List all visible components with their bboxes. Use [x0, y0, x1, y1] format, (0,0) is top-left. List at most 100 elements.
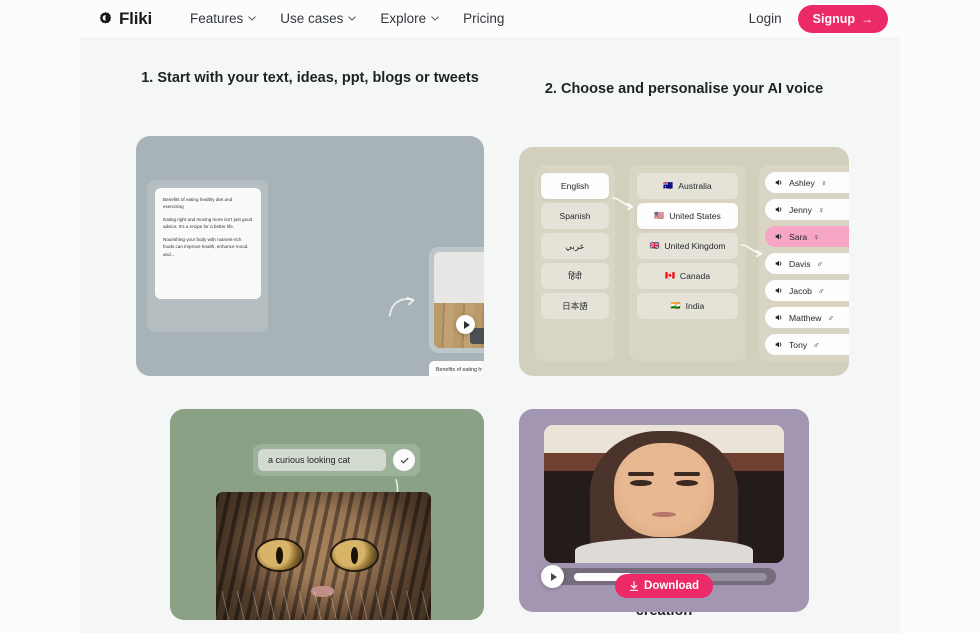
curved-arrow-right-icon — [740, 244, 763, 258]
source-text-line-2: Eating right and moving more isn't just … — [163, 216, 253, 230]
voice-label: Jenny — [789, 204, 812, 215]
download-icon — [630, 580, 639, 591]
cat-whiskers — [216, 591, 431, 620]
source-text-line-1: Benefits of eating healthy diet and exer… — [163, 197, 233, 210]
step-4-card: Download — [519, 409, 809, 612]
nav-item-pricing-label: Pricing — [463, 11, 505, 26]
nav-item-use-cases-label: Use cases — [280, 11, 344, 26]
speaker-icon — [775, 233, 782, 240]
country-option-united-states[interactable]: 🇺🇸 United States — [637, 203, 738, 229]
play-button[interactable] — [541, 565, 564, 588]
nav-item-features-label: Features — [190, 11, 244, 26]
nav-item-use-cases[interactable]: Use cases — [280, 11, 357, 26]
download-button[interactable]: Download — [615, 574, 713, 598]
hero-section: 1. Start with your text, ideas, ppt, blo… — [0, 37, 980, 633]
country-list: 🇦🇺 Australia 🇺🇸 United States 🇬🇧 United … — [637, 173, 738, 323]
scene-person-face — [613, 442, 715, 537]
voice-label: Davis — [789, 258, 811, 269]
voice-gender-icon: ♂ — [827, 312, 834, 323]
scene-wall — [434, 252, 484, 303]
country-option-australia[interactable]: 🇦🇺 Australia — [637, 173, 738, 199]
nav-links: Features Use cases Explore Pricing — [190, 11, 504, 26]
download-label: Download — [644, 580, 699, 592]
check-icon — [400, 457, 408, 463]
country-label: Australia — [678, 181, 712, 191]
nav-item-features[interactable]: Features — [190, 11, 256, 26]
language-option-spanish[interactable]: Spanish — [541, 203, 609, 229]
country-option-united-kingdom[interactable]: 🇬🇧 United Kingdom — [637, 233, 738, 259]
voice-option-jacob[interactable]: Jacob ♂ — [765, 280, 849, 301]
scene-line-list: Benefits of eating healthy diet and exer… — [429, 361, 484, 376]
step-3-card: a curious looking cat — [170, 409, 484, 620]
step-2-card: English Spanish عربي हिंदी 日本語 🇦🇺 Austra… — [519, 147, 849, 376]
voice-gender-icon: ♂ — [813, 339, 820, 350]
cat-eye-left — [256, 540, 302, 571]
fliki-logo-icon — [99, 12, 112, 24]
nav-item-explore[interactable]: Explore — [380, 11, 439, 26]
navbar: Fliki Features Use cases Explore Pricing… — [0, 0, 980, 37]
generated-media-image[interactable] — [216, 492, 431, 620]
voice-option-tony[interactable]: Tony ♂ — [765, 334, 849, 355]
step-2-title: 2. Choose and personalise your AI voice — [544, 81, 824, 97]
cat-eye-right — [332, 540, 378, 571]
preview-video-image — [434, 252, 484, 348]
scene-eyebrow-left — [628, 471, 655, 477]
voice-option-ashley[interactable]: Ashley ♀ — [765, 172, 849, 193]
voice-option-davis[interactable]: Davis ♂ — [765, 253, 849, 274]
signup-button[interactable]: Signup → — [797, 4, 888, 33]
voice-option-matthew[interactable]: Matthew ♂ — [765, 307, 849, 328]
flag-icon-canada: 🇨🇦 — [664, 271, 675, 280]
scene-line-item[interactable]: Benefits of eating healthy diet and exer… — [429, 361, 484, 376]
speaker-icon — [775, 341, 782, 348]
voice-gender-icon: ♀ — [817, 204, 825, 215]
brand-logo[interactable]: Fliki — [98, 9, 152, 29]
signup-label: Signup — [812, 11, 855, 26]
speaker-icon — [775, 179, 782, 186]
country-option-india[interactable]: 🇮🇳 India — [637, 293, 738, 319]
voice-label: Tony — [789, 339, 808, 350]
chevron-down-icon — [348, 16, 357, 21]
language-option-arabic[interactable]: عربي — [541, 233, 609, 259]
language-option-hindi[interactable]: हिंदी — [541, 263, 609, 289]
voice-label: Sara — [789, 231, 808, 242]
nav-right: Login Signup → — [749, 4, 888, 33]
right-margin-strip — [900, 37, 980, 633]
arrow-right-icon: → — [861, 11, 873, 26]
cat-pupil — [275, 546, 284, 564]
media-prompt-input[interactable]: a curious looking cat — [258, 449, 386, 471]
voice-option-jenny[interactable]: Jenny ♀ — [765, 199, 849, 220]
country-option-canada[interactable]: 🇨🇦 Canada — [637, 263, 738, 289]
speaker-icon — [775, 206, 782, 213]
voice-label: Jacob — [789, 285, 812, 296]
language-option-japanese[interactable]: 日本語 — [541, 293, 609, 319]
source-text-card: Benefits of eating healthy diet and exer… — [155, 188, 261, 299]
media-prompt-bar: a curious looking cat — [253, 444, 420, 476]
speaker-icon — [775, 314, 782, 321]
page-root: Fliki Features Use cases Explore Pricing… — [0, 0, 980, 633]
step-1-title: 1. Start with your text, ideas, ppt, blo… — [141, 70, 479, 86]
language-option-english[interactable]: English — [541, 173, 609, 199]
cat-pupil — [351, 546, 359, 564]
play-icon — [463, 320, 470, 329]
login-link[interactable]: Login — [749, 11, 782, 26]
curved-arrow-right-icon — [388, 296, 415, 317]
voice-list: Ashley ♀ Jenny ♀ Sara ♀ Davis ♂ Jacob ♂ … — [765, 172, 849, 361]
country-label: India — [685, 301, 705, 311]
confirm-prompt-button[interactable] — [393, 449, 415, 471]
preview-player[interactable] — [544, 425, 784, 563]
country-label: Canada — [679, 271, 711, 281]
left-margin-strip — [0, 37, 80, 633]
nav-item-pricing[interactable]: Pricing — [463, 11, 504, 26]
preview-video-frame[interactable] — [429, 247, 484, 353]
play-button[interactable] — [456, 315, 475, 334]
play-icon — [550, 572, 557, 581]
voice-option-sara[interactable]: Sara ♀ — [765, 226, 849, 247]
step-1-card: Benefits of eating healthy diet and exer… — [136, 136, 484, 376]
voice-gender-icon: ♀ — [820, 177, 828, 188]
country-label: United Kingdom — [664, 241, 726, 251]
voice-gender-icon: ♂ — [817, 285, 825, 296]
voice-gender-icon: ♂ — [816, 258, 823, 269]
voice-label: Matthew — [789, 312, 822, 323]
flag-icon-united-kingdom: 🇬🇧 — [649, 241, 660, 250]
voice-gender-icon: ♀ — [813, 231, 820, 242]
